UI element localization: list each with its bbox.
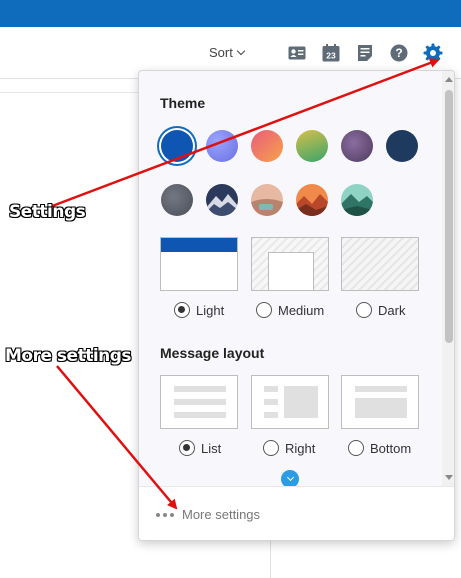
- help-glyph: ?: [395, 46, 402, 60]
- theme-swatch-mountain-night[interactable]: [206, 184, 238, 216]
- settings-scroll-area[interactable]: Theme Light Medium Dark Message layout L…: [139, 71, 442, 486]
- chevron-down-icon: [236, 46, 246, 55]
- layout-label-right: Right: [285, 440, 316, 456]
- mode-radio-medium[interactable]: Medium: [256, 302, 324, 318]
- theme-swatch-forest[interactable]: [341, 184, 373, 216]
- theme-swatch-sunset[interactable]: [251, 130, 283, 162]
- theme-heading: Theme: [160, 95, 206, 111]
- scroll-thumb[interactable]: [445, 90, 453, 343]
- radio-indicator: [179, 440, 195, 456]
- mode-preview-light[interactable]: [160, 237, 238, 291]
- annotation-settings-label: Settings: [9, 202, 86, 222]
- layout-radio-list[interactable]: List: [179, 440, 221, 456]
- calendar-icon[interactable]: 23: [321, 43, 341, 63]
- chevron-down-icon: [286, 473, 294, 482]
- settings-footer: More settings: [139, 486, 454, 540]
- more-settings-link[interactable]: More settings: [156, 507, 260, 522]
- more-dots-icon: [156, 512, 174, 517]
- sort-button[interactable]: Sort: [209, 45, 246, 60]
- mail-app-window: Sort 23 ? Theme Light Medium Dark Messag…: [0, 0, 461, 578]
- contact-card-icon[interactable]: [287, 43, 307, 63]
- layout-label-list: List: [201, 440, 222, 456]
- theme-swatch-blue[interactable]: [161, 130, 193, 162]
- annotation-more-settings-label: More settings: [5, 346, 132, 366]
- mode-radio-light[interactable]: Light: [174, 302, 224, 318]
- theme-swatch-autumn[interactable]: [296, 184, 328, 216]
- layout-preview-list[interactable]: [160, 375, 238, 429]
- settings-icon[interactable]: [423, 43, 443, 63]
- radio-indicator: [256, 302, 272, 318]
- radio-indicator: [263, 440, 279, 456]
- theme-swatch-purple[interactable]: [206, 130, 238, 162]
- message-layout-heading: Message layout: [160, 345, 265, 361]
- header-icon-group: 23 ?: [287, 43, 443, 63]
- theme-swatch-navy[interactable]: [386, 130, 418, 162]
- mode-preview-medium[interactable]: [251, 237, 329, 291]
- theme-swatch-slate[interactable]: [161, 184, 193, 216]
- theme-swatch-plum[interactable]: [341, 130, 373, 162]
- notes-icon[interactable]: [355, 43, 375, 63]
- radio-indicator: [356, 302, 372, 318]
- top-app-bar: [0, 0, 461, 27]
- layout-label-bottom: Bottom: [370, 440, 412, 456]
- scroll-up-icon[interactable]: [445, 77, 453, 82]
- calendar-day-text: 23: [326, 51, 336, 61]
- layout-preview-bottom[interactable]: [341, 375, 419, 429]
- help-icon[interactable]: ?: [389, 43, 409, 63]
- more-settings-label: More settings: [182, 507, 261, 522]
- layout-radio-bottom[interactable]: Bottom: [348, 440, 411, 456]
- layout-radio-right[interactable]: Right: [263, 440, 315, 456]
- sort-label: Sort: [209, 45, 233, 60]
- scroll-down-icon[interactable]: [445, 475, 453, 480]
- mode-label-light: Light: [196, 302, 225, 318]
- mode-preview-dark[interactable]: [341, 237, 419, 291]
- expand-more-button[interactable]: [281, 470, 299, 486]
- list-divider: [0, 92, 140, 93]
- mode-label-medium: Medium: [278, 302, 325, 318]
- mode-label-dark: Dark: [378, 302, 406, 318]
- theme-swatch-green-yellow[interactable]: [296, 130, 328, 162]
- theme-swatch-desert[interactable]: [251, 184, 283, 216]
- quick-settings-panel: Theme Light Medium Dark Message layout L…: [138, 70, 455, 541]
- settings-scrollbar[interactable]: [442, 71, 454, 486]
- radio-indicator: [174, 302, 190, 318]
- radio-indicator: [348, 440, 364, 456]
- mode-radio-dark[interactable]: Dark: [356, 302, 405, 318]
- layout-preview-right[interactable]: [251, 375, 329, 429]
